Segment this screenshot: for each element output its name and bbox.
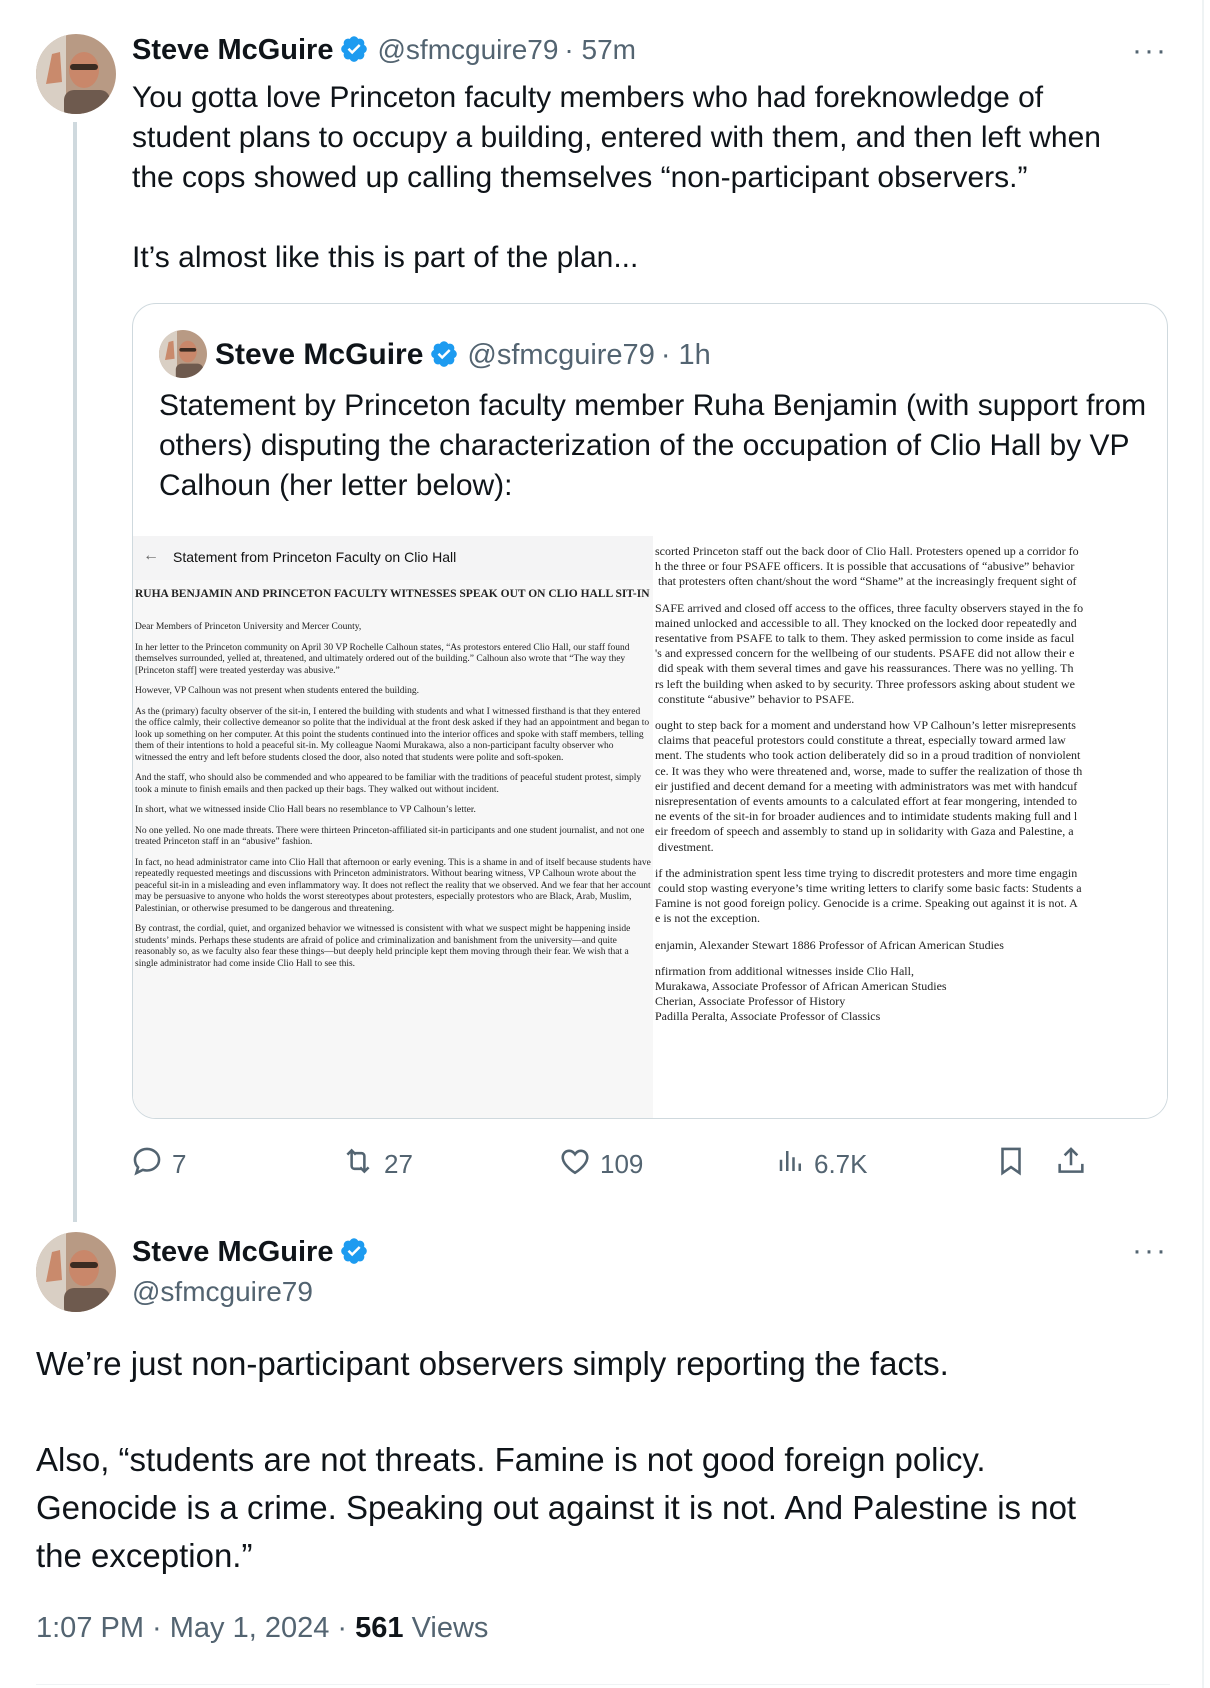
doc-paragraph: And the staff, who should also be commen… [135,773,642,795]
avatar[interactable] [36,1232,116,1312]
doc-paragraph: In fact, no head administrator came into… [135,857,651,914]
bookmark-button[interactable] [994,1142,1036,1186]
doc-paragraph: ought to step back for a moment and unde… [655,718,1083,854]
views-count: 6.7K [814,1148,868,1179]
quoted-tweet-header: Steve McGuire @sfmcguire79 · 1h [215,330,711,380]
reply-icon [130,1144,172,1185]
document-left-paragraphs: Dear Members of Princeton University and… [135,622,653,979]
document-title-bar: ← Statement from Princeton Faculty on Cl… [133,536,653,580]
display-name[interactable]: Steve McGuire [132,34,333,66]
tweet-thread: Steve McGuire @sfmcguire79 · 57m ··· You g… [0,0,1204,1688]
timestamp[interactable]: · 57m [564,34,636,65]
repost-count: 27 [384,1148,413,1179]
quoted-tweet-card[interactable]: Steve McGuire @sfmcguire79 · 1h Statement … [132,303,1168,1119]
views-label: Views [403,1612,489,1644]
document-right-paragraphs: scorted Princeton staff out the back doo… [655,544,1167,1036]
verified-badge-icon [339,34,369,82]
quoted-avatar [159,330,207,378]
tweet-header: Steve McGuire [132,1230,377,1274]
doc-paragraph: nfirmation from additional witnesses ins… [655,963,947,1024]
divider [36,1684,1170,1685]
tweet-text: We’re just non-participant observers sim… [36,1345,1077,1574]
avatar[interactable] [36,34,116,114]
tweet-text: You gotta love Princeton faculty members… [132,81,1101,274]
verified-badge-icon [429,339,459,390]
doc-paragraph: In her letter to the Princeton community… [135,642,630,676]
tweet-header: Steve McGuire @sfmcguire79 · 57m [132,28,636,72]
doc-paragraph: As the (primary) faculty observer of the… [135,706,650,763]
user-handle[interactable]: @sfmcguire79 [377,34,558,65]
quoted-tweet-text: Statement by Princeton faculty member Ru… [159,389,1147,502]
repost-icon [340,1144,384,1185]
tweet-action-bar: 7 27 109 6.7K [130,1142,1170,1186]
repost-button[interactable]: 27 [340,1142,413,1186]
analytics-icon [776,1144,814,1185]
doc-paragraph: No one yelled. No one made threats. Ther… [135,825,645,848]
user-handle[interactable]: @sfmcguire79 [132,1276,313,1308]
more-options-icon[interactable]: ··· [1132,1234,1168,1268]
like-button[interactable]: 109 [558,1142,643,1186]
share-button[interactable] [1054,1142,1096,1186]
display-name[interactable]: Steve McGuire [132,1236,333,1268]
quoted-user-handle: @sfmcguire79 [467,339,655,371]
doc-paragraph: However, VP Calhoun was not present when… [135,686,420,696]
heart-icon [558,1144,600,1185]
document-title: Statement from Princeton Faculty on Clio… [173,549,457,565]
tweet-timestamp[interactable]: 1:07 PM · May 1, 2024 · [36,1612,355,1644]
verified-badge-icon [339,1236,369,1284]
doc-paragraph: if the administration spent less time tr… [655,865,1082,926]
more-options-icon[interactable]: ··· [1132,34,1168,68]
doc-paragraph: Dear Members of Princeton University and… [135,622,362,632]
quoted-display-name: Steve McGuire [215,338,424,371]
bookmark-icon [994,1144,1036,1185]
tweet-meta: 1:07 PM · May 1, 2024 · 561 Views [36,1612,488,1645]
views-count: 561 [355,1612,404,1644]
doc-paragraph: In short, what we witnessed inside Clio … [135,805,476,815]
views-button[interactable]: 6.7K [776,1142,868,1186]
quoted-timestamp: · 1h [660,339,711,371]
document-left-column: ← Statement from Princeton Faculty on Cl… [133,536,653,1118]
document-heading: RUHA BENJAMIN AND PRINCETON FACULTY WITN… [135,588,650,600]
document-right-column: scorted Princeton staff out the back doo… [653,536,1167,1118]
doc-paragraph: enjamin, Alexander Stewart 1886 Professo… [655,937,1004,952]
like-count: 109 [600,1148,644,1179]
reply-button[interactable]: 7 [130,1142,186,1186]
back-arrow-icon: ← [143,547,159,564]
share-icon [1054,1144,1096,1185]
thread-connector [73,122,77,1222]
reply-count: 7 [172,1148,187,1179]
doc-paragraph: SAFE arrived and closed off access to th… [655,600,1084,706]
doc-paragraph: By contrast, the cordial, quiet, and org… [135,924,631,969]
doc-paragraph: scorted Princeton staff out the back doo… [655,544,1079,589]
quoted-document-image[interactable]: ← Statement from Princeton Faculty on Cl… [133,536,1167,1118]
